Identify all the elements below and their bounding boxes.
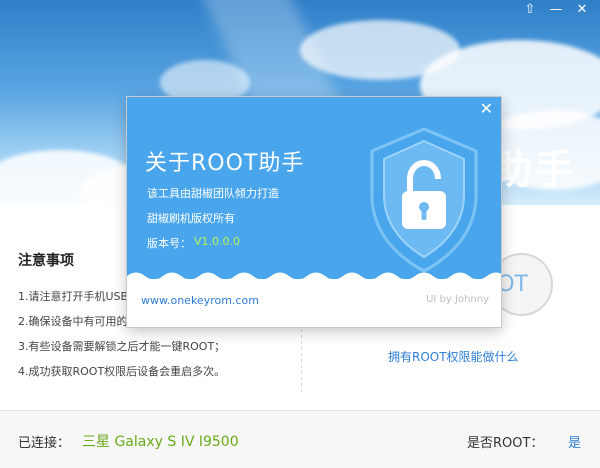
device-name: 三星 Galaxy S IV I9500 — [82, 434, 239, 450]
skin-button[interactable]: ⇧ — [522, 3, 538, 17]
status-bar: 已连接： 三星 Galaxy S IV I9500 是否ROOT： 是 — [0, 411, 600, 468]
close-button[interactable]: ✕ — [574, 3, 590, 17]
what-root-can-do-link[interactable]: 拥有ROOT权限能做什么 — [388, 348, 519, 365]
about-dialog-header: ✕ 关于ROOT助手 该工具由甜椒团队倾力打造 甜椒刷机版权所有 版本号： V1… — [127, 97, 501, 279]
shield-lock-icon — [370, 127, 478, 273]
about-line-copyright: 甜椒刷机版权所有 — [147, 212, 235, 225]
connected-label: 已连接： — [18, 436, 71, 451]
root-status-label: 是否ROOT： — [467, 436, 544, 451]
version-label: 版本号： — [147, 237, 191, 250]
note-item: 3.有些设备需要解锁之后才能一键ROOT； — [18, 340, 226, 353]
about-dialog-title: 关于ROOT助手 — [145, 151, 305, 176]
version-value: V1.0.0.0 — [194, 235, 241, 248]
wave-divider — [127, 272, 501, 279]
app-title-background: 助手 — [492, 147, 576, 193]
about-dialog: ✕ 关于ROOT助手 该工具由甜椒团队倾力打造 甜椒刷机版权所有 版本号： V1… — [127, 97, 501, 327]
website-link[interactable]: www.onekeyrom.com — [141, 294, 259, 307]
root-button-label: OT — [497, 272, 528, 297]
root-status-value: 是 — [568, 436, 582, 451]
about-line-team: 该工具由甜椒团队倾力打造 — [147, 187, 279, 200]
window-controls: ⇧ — ✕ — [522, 3, 590, 17]
dialog-close-button[interactable]: ✕ — [480, 99, 493, 118]
minimize-button[interactable]: — — [548, 3, 564, 17]
note-item: 4.成功获取ROOT权限后设备会重启多次。 — [18, 365, 226, 378]
ui-credit: UI by Johnny — [426, 294, 489, 305]
